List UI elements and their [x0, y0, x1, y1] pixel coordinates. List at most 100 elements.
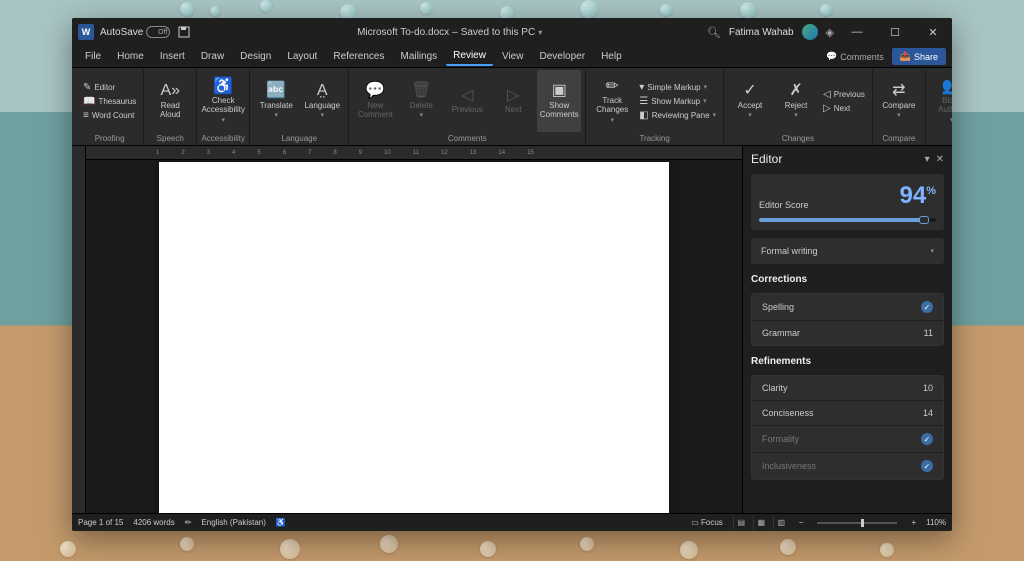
user-avatar[interactable]	[802, 24, 818, 40]
editor-button[interactable]: ✎Editor	[80, 81, 139, 94]
share-button[interactable]: 📤Share	[892, 48, 946, 65]
score-bar	[759, 218, 936, 222]
issue-clarity[interactable]: Clarity10	[752, 376, 943, 400]
check-icon: ✓	[921, 433, 933, 445]
reject-button[interactable]: ✗Reject▾	[774, 70, 818, 132]
compare-button[interactable]: ⇄Compare▾	[877, 70, 921, 132]
issue-grammar[interactable]: Grammar11	[752, 321, 943, 345]
menu-view[interactable]: View	[495, 48, 531, 65]
menu-mailings[interactable]: Mailings	[393, 48, 444, 65]
autosave-toggle[interactable]: AutoSave Off	[100, 26, 170, 38]
menubar: File Home Insert Draw Design Layout Refe…	[72, 46, 952, 68]
comments-button[interactable]: 💬Comments	[820, 49, 890, 64]
track-changes-button[interactable]: ✏︎Track Changes▾	[590, 70, 634, 132]
ribbon-group-speech: A»Read Aloud Speech	[144, 70, 197, 145]
zoom-level[interactable]: 110%	[926, 518, 946, 527]
menu-design[interactable]: Design	[233, 48, 278, 65]
menu-help[interactable]: Help	[594, 48, 629, 65]
pane-options-button[interactable]: ▾	[925, 154, 930, 165]
language-indicator[interactable]: English (Pakistan)	[201, 518, 265, 527]
previous-comment-button[interactable]: ◁Previous	[445, 70, 489, 132]
share-icon: 📤	[900, 51, 911, 62]
toggle-switch[interactable]: Off	[146, 26, 170, 38]
thesaurus-icon: 📖	[83, 96, 95, 107]
word-app-icon: W	[78, 24, 94, 40]
previous-icon: ◁	[461, 87, 473, 105]
next-comment-button[interactable]: ▷Next	[491, 70, 535, 132]
issue-inclusiveness[interactable]: Inclusiveness✓	[752, 453, 943, 479]
menu-draw[interactable]: Draw	[194, 48, 231, 65]
read-mode-button[interactable]: ▤	[733, 516, 749, 530]
delete-comment-button[interactable]: 🗑Delete▾	[399, 70, 443, 132]
refinements-list: Clarity10 Conciseness14 Formality✓ Inclu…	[751, 375, 944, 480]
translate-button[interactable]: 🔤Translate▾	[254, 70, 298, 132]
read-aloud-button[interactable]: A»Read Aloud	[148, 70, 192, 132]
document-area: 123456789101112131415	[86, 146, 742, 513]
vertical-ruler[interactable]	[72, 146, 86, 513]
web-layout-button[interactable]: ▥	[773, 516, 789, 530]
issue-spelling[interactable]: Spelling✓	[752, 294, 943, 320]
document-scroll[interactable]	[86, 160, 742, 513]
reject-icon: ✗	[789, 82, 802, 100]
chevron-down-icon: ▾	[930, 247, 934, 255]
save-icon	[178, 26, 190, 38]
ribbon-group-tracking: ✏︎Track Changes▾ ▾Simple Markup▾ ☰Show M…	[586, 70, 724, 145]
focus-mode-button[interactable]: ▭ Focus	[691, 518, 723, 527]
ribbon-group-language: 🔤Translate▾ A̤Language▾ Language	[250, 70, 349, 145]
statusbar: Page 1 of 15 4206 words ✏︎ English (Paki…	[72, 513, 952, 531]
pane-close-button[interactable]: ✕	[936, 154, 944, 165]
previous-change-button[interactable]: ◁Previous	[820, 88, 868, 101]
block-authors-button[interactable]: 👥Block Authors▾	[930, 70, 952, 132]
translate-icon: 🔤	[266, 82, 286, 100]
menu-developer[interactable]: Developer	[532, 48, 592, 65]
accessibility-status-icon[interactable]: ♿	[276, 518, 286, 527]
corrections-list: Spelling✓ Grammar11	[751, 293, 944, 346]
menu-file[interactable]: File	[78, 48, 108, 65]
reviewing-pane-button[interactable]: ◧Reviewing Pane▾	[636, 109, 719, 122]
zoom-slider[interactable]	[817, 522, 897, 524]
horizontal-ruler[interactable]: 123456789101112131415	[86, 146, 742, 160]
menu-references[interactable]: References	[326, 48, 391, 65]
zoom-in-button[interactable]: +	[911, 518, 916, 527]
menu-home[interactable]: Home	[110, 48, 151, 65]
close-button[interactable]: ✕	[918, 18, 948, 46]
search-icon[interactable]: 🔍︎	[707, 26, 721, 39]
thesaurus-button[interactable]: 📖Thesaurus	[80, 95, 139, 108]
print-layout-button[interactable]: ▦	[753, 516, 769, 530]
menu-insert[interactable]: Insert	[153, 48, 192, 65]
next-change-button[interactable]: ▷Next	[820, 102, 868, 115]
minimize-button[interactable]: —	[842, 18, 872, 46]
maximize-button[interactable]: ☐	[880, 18, 910, 46]
accept-button[interactable]: ✓Accept▾	[728, 70, 772, 132]
document-page[interactable]	[159, 162, 669, 513]
save-button[interactable]	[176, 24, 192, 40]
markup-icon: ▾	[639, 82, 644, 93]
editor-score-card[interactable]: Editor Score 94%	[751, 174, 944, 230]
refinements-heading: Refinements	[751, 356, 944, 367]
new-comment-button[interactable]: 💬New Comment	[353, 70, 397, 132]
prev-change-icon: ◁	[823, 89, 831, 100]
language-button[interactable]: A̤Language▾	[300, 70, 344, 132]
word-count[interactable]: 4206 words	[133, 518, 174, 527]
titlebar: W AutoSave Off Microsoft To-do.docx – Sa…	[72, 18, 952, 46]
autosave-label: AutoSave	[100, 27, 143, 38]
check-accessibility-button[interactable]: ♿Check Accessibility▾	[201, 70, 245, 132]
chevron-down-icon[interactable]: ▾	[538, 28, 542, 37]
menu-review[interactable]: Review	[446, 47, 493, 66]
markup-mode-select[interactable]: ▾Simple Markup▾	[636, 81, 719, 94]
menu-layout[interactable]: Layout	[280, 48, 324, 65]
show-comments-button[interactable]: ▣Show Comments	[537, 70, 581, 132]
language-icon: A̤	[317, 82, 328, 100]
wordcount-button[interactable]: ≡Word Count	[80, 109, 139, 122]
ribbon-group-comments: 💬New Comment 🗑Delete▾ ◁Previous ▷Next ▣S…	[349, 70, 586, 145]
show-markup-button[interactable]: ☰Show Markup▾	[636, 95, 719, 108]
diamond-icon[interactable]: ◈	[826, 26, 834, 39]
zoom-out-button[interactable]: −	[799, 518, 804, 527]
issue-formality[interactable]: Formality✓	[752, 426, 943, 452]
issue-conciseness[interactable]: Conciseness14	[752, 401, 943, 425]
user-name[interactable]: Fatima Wahab	[729, 27, 794, 38]
content-row: 123456789101112131415 Editor ▾ ✕ Editor …	[72, 146, 952, 513]
writing-style-select[interactable]: Formal writing▾	[751, 238, 944, 264]
page-indicator[interactable]: Page 1 of 15	[78, 518, 123, 527]
spellcheck-icon[interactable]: ✏︎	[185, 518, 192, 527]
